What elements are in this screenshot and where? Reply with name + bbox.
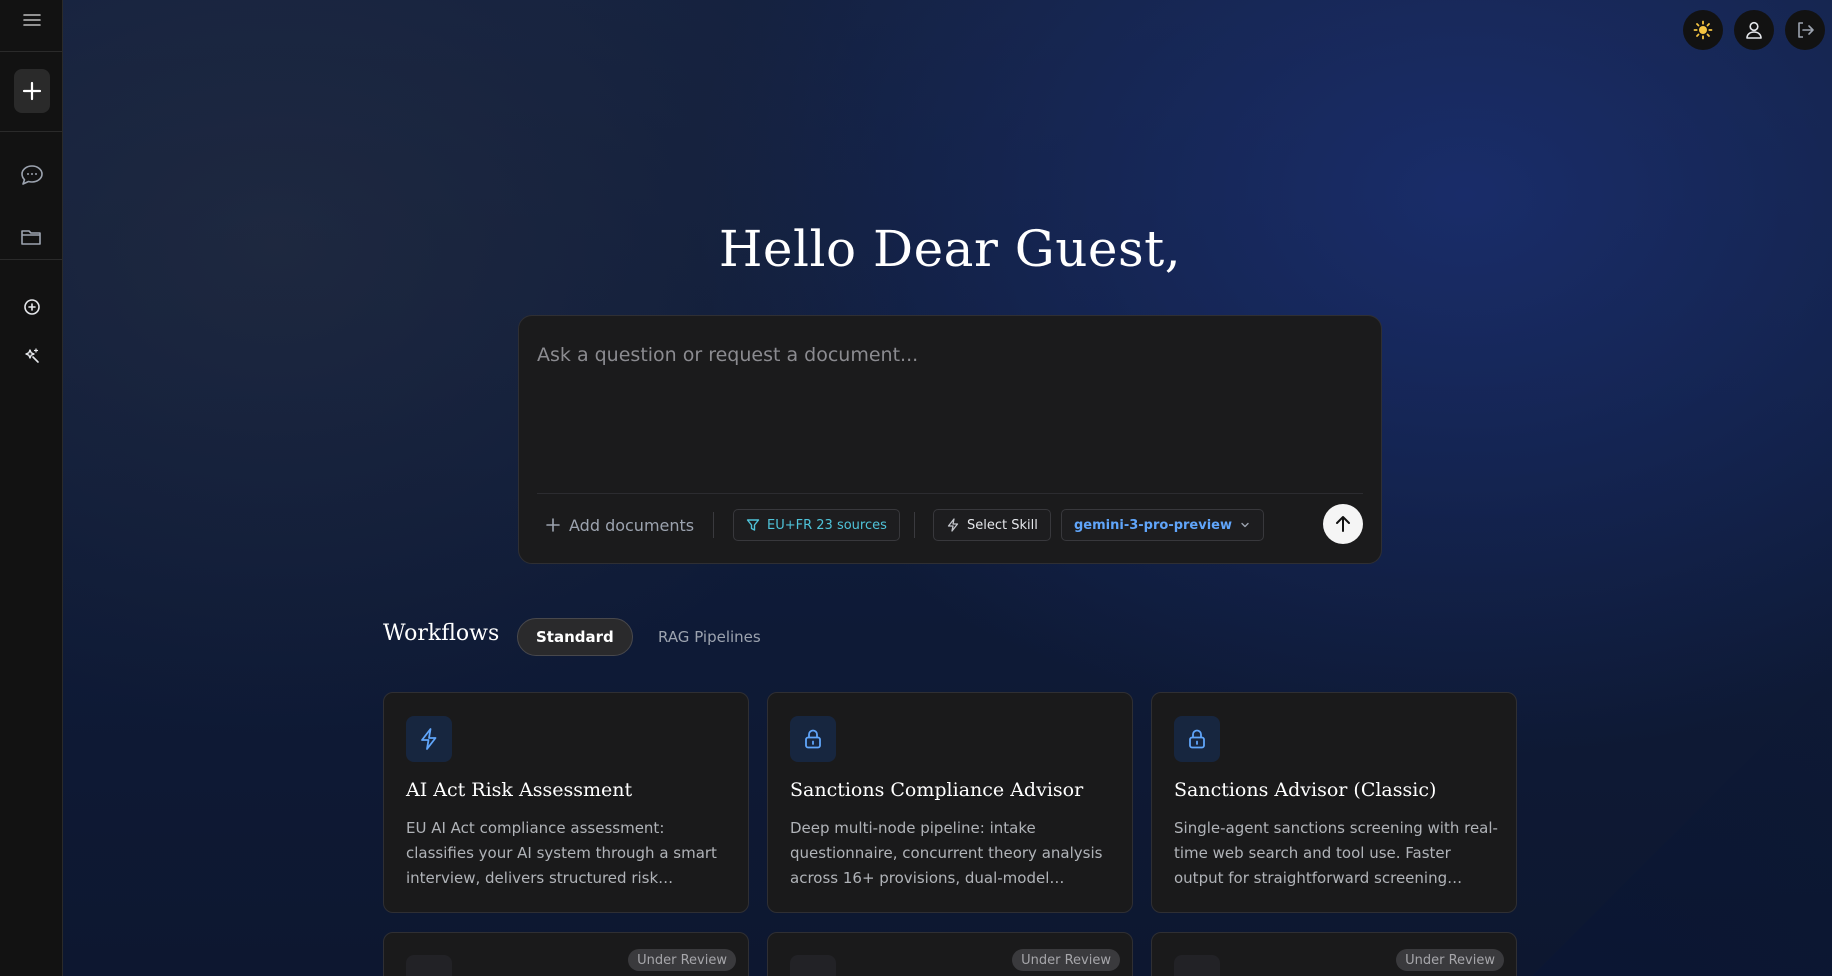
- sidebar-divider: [0, 51, 63, 52]
- user-icon: [1746, 21, 1762, 39]
- greeting-heading: Hello Dear Guest,: [718, 220, 1182, 278]
- card-description: Deep multi-node pipeline: intake questio…: [790, 819, 1103, 887]
- sources-filter-button[interactable]: EU+FR 23 sources: [733, 509, 900, 541]
- workflow-icon: [790, 955, 836, 976]
- card-title: AI Act Risk Assessment: [406, 779, 633, 801]
- workflow-card-under-review[interactable]: Under Review: [1151, 932, 1517, 976]
- tab-standard[interactable]: Standard: [517, 618, 633, 656]
- sidebar-item-skills[interactable]: [0, 345, 63, 367]
- prompt-divider: [537, 493, 1363, 494]
- workflows-heading: Workflows: [383, 621, 500, 646]
- model-selector-label: gemini-3-pro-preview: [1074, 517, 1233, 533]
- chat-bubble-icon: [20, 165, 43, 185]
- under-review-badge: Under Review: [1012, 949, 1120, 971]
- lock-icon: [790, 716, 836, 762]
- new-chat-button[interactable]: [13, 69, 50, 113]
- sidebar-divider: [0, 259, 63, 260]
- plus-icon: [546, 518, 560, 532]
- sun-icon: [1693, 20, 1713, 40]
- toolbar-separator: [713, 512, 714, 538]
- card-description: Single-agent sanctions screening with re…: [1174, 819, 1498, 887]
- under-review-badge: Under Review: [1396, 949, 1504, 971]
- card-description: EU AI Act compliance assessment: classif…: [406, 819, 717, 887]
- plus-icon: [22, 81, 41, 101]
- arrow-up-icon: [1336, 516, 1350, 532]
- new-chat-wrapper: [0, 69, 63, 113]
- logout-button[interactable]: [1785, 10, 1825, 50]
- chevron-down-icon: [1241, 522, 1249, 528]
- select-skill-label: Select Skill: [967, 517, 1038, 533]
- workflow-card-sanctions-advisor[interactable]: Sanctions Compliance Advisor Deep multi-…: [767, 692, 1133, 913]
- model-selector-dropdown[interactable]: gemini-3-pro-preview: [1061, 509, 1265, 541]
- add-documents-label: Add documents: [569, 515, 695, 535]
- prompt-box: Add documents EU+FR 23 sources Select Sk…: [518, 315, 1382, 564]
- add-documents-button[interactable]: Add documents: [545, 509, 694, 541]
- toolbar-separator: [914, 512, 915, 538]
- sidebar-item-create[interactable]: [0, 296, 63, 318]
- select-skill-button[interactable]: Select Skill: [933, 509, 1051, 541]
- sparkle-wand-icon: [24, 348, 39, 363]
- prompt-input[interactable]: [537, 340, 1357, 370]
- menu-toggle-button[interactable]: [0, 8, 63, 32]
- sidebar: [0, 0, 63, 976]
- workflow-card-under-review[interactable]: Under Review: [767, 932, 1133, 976]
- card-title: Sanctions Compliance Advisor: [790, 779, 1084, 801]
- workflow-card-sanctions-classic[interactable]: Sanctions Advisor (Classic) Single-agent…: [1151, 692, 1517, 913]
- workflow-icon: [1174, 955, 1220, 976]
- workflow-icon: [406, 955, 452, 976]
- lock-icon: [1174, 716, 1220, 762]
- theme-toggle-button[interactable]: [1683, 10, 1723, 50]
- tab-rag-pipelines[interactable]: RAG Pipelines: [640, 618, 779, 656]
- filter-icon: [746, 519, 760, 531]
- plus-circle-icon: [23, 299, 40, 315]
- lightning-icon: [947, 518, 959, 532]
- sources-filter-label: EU+FR 23 sources: [767, 517, 887, 533]
- send-button[interactable]: [1323, 504, 1363, 544]
- under-review-badge: Under Review: [628, 949, 736, 971]
- sidebar-item-chats[interactable]: [0, 162, 63, 188]
- logout-icon: [1798, 22, 1814, 38]
- workflow-card-ai-act[interactable]: AI Act Risk Assessment EU AI Act complia…: [383, 692, 749, 913]
- hamburger-menu-icon: [22, 14, 41, 26]
- workflow-card-under-review[interactable]: Under Review: [383, 932, 749, 976]
- sidebar-item-files[interactable]: [0, 224, 63, 250]
- user-profile-button[interactable]: [1734, 10, 1774, 50]
- folder-icon: [20, 230, 41, 245]
- lightning-icon: [406, 716, 452, 762]
- sidebar-divider: [0, 131, 63, 132]
- card-title: Sanctions Advisor (Classic): [1174, 779, 1437, 801]
